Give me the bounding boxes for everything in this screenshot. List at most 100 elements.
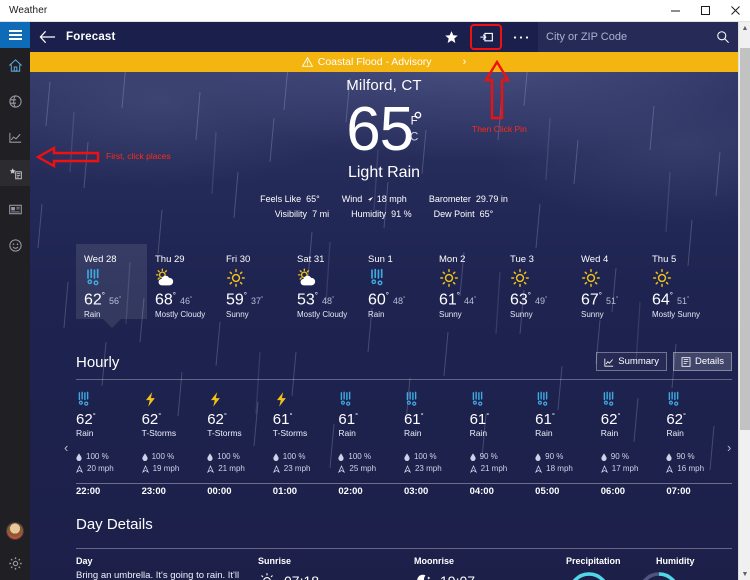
hourly-forecast-card[interactable]: 61° Rain 100 % 23 mph — [404, 388, 470, 475]
current-conditions: Milford, CT 65° F C Light Rain Feels Lik… — [30, 77, 738, 222]
hourly-wind: 20 mph — [76, 463, 142, 475]
places-star-icon — [9, 167, 22, 179]
hourly-weather-icon — [338, 388, 404, 410]
sidebar-item-send-feedback[interactable] — [0, 232, 30, 258]
search-icon[interactable] — [716, 30, 730, 44]
daily-forecast-card[interactable]: Fri 30 59° 37° Sunny — [218, 244, 289, 319]
hourly-precip: 100 % — [76, 451, 142, 463]
hamburger-menu-icon[interactable] — [0, 22, 30, 48]
daily-forecast-card[interactable]: Wed 4 67° 51° Sunny — [573, 244, 644, 319]
more-options-button[interactable] — [504, 22, 538, 52]
daily-weather-icon — [218, 265, 289, 291]
hourly-time: 05:00 — [535, 486, 560, 497]
daily-day-name: Fri 30 — [226, 254, 251, 265]
partly-sunny-icon — [297, 268, 316, 286]
hourly-forecast-card[interactable]: 62° T-Storms 100 % 21 mph — [207, 388, 273, 475]
sidebar-item-news[interactable] — [0, 196, 30, 222]
sidebar-item-places[interactable] — [0, 160, 30, 186]
minimize-button[interactable] — [660, 0, 690, 22]
hourly-precip: 100 % — [404, 451, 470, 463]
hourly-forecast-card[interactable]: 62° Rain 100 % 20 mph — [76, 388, 142, 475]
daily-forecast-card[interactable]: Sun 1 60° 48° Rain — [360, 244, 431, 319]
moonrise-moon-icon — [417, 574, 431, 580]
hourly-temp: 61° — [469, 411, 490, 428]
sidebar-item-historical-weather[interactable] — [0, 124, 30, 150]
summary-button[interactable]: Summary — [596, 352, 667, 371]
hourly-forecast-card[interactable]: 61° Rain 90 % 18 mph — [535, 388, 601, 475]
daily-forecast-card[interactable]: Mon 2 61° 44° Sunny — [431, 244, 502, 319]
daily-day-name: Tue 3 — [510, 254, 534, 265]
sidebar-item-maps[interactable] — [0, 88, 30, 114]
rain-icon — [669, 391, 679, 406]
vertical-scrollbar[interactable]: ▲ ▼ — [738, 22, 750, 580]
hourly-wind: 18 mph — [535, 463, 601, 475]
hourly-scroll-prev[interactable]: ‹ — [64, 440, 68, 455]
scrollbar-thumb[interactable] — [740, 48, 750, 430]
daily-temps: 59° 37° — [218, 291, 289, 309]
metric-visibility: Visibility 7 mi — [274, 209, 330, 219]
details-button[interactable]: Details — [672, 352, 732, 371]
unit-toggle[interactable]: F C — [410, 116, 418, 144]
hourly-forecast-card[interactable]: 62° Rain 90 % 17 mph — [601, 388, 667, 475]
weather-alert-banner[interactable]: Coastal Flood - Advisory › — [30, 52, 738, 72]
daily-forecast-card[interactable]: Wed 28 62° 56° Rain — [76, 244, 147, 320]
hourly-bottom-divider — [76, 483, 732, 484]
daily-forecast-card[interactable]: Tue 3 63° 49° Sunny — [502, 244, 573, 319]
window-title: Weather — [9, 5, 48, 16]
metric-barometer: Barometer 29.79 in — [428, 194, 508, 204]
daily-forecast-card[interactable]: Thu 29 68° 46° Mostly Cloudy — [147, 244, 218, 319]
moonrise-label: Moonrise — [414, 556, 455, 566]
hourly-description: T-Storms — [141, 428, 177, 438]
back-button[interactable] — [30, 22, 64, 52]
hourly-wind: 23 mph — [403, 463, 470, 475]
favorite-button[interactable] — [434, 22, 468, 52]
star-icon — [444, 30, 458, 43]
daily-temps: 62° 56° — [76, 291, 147, 309]
hourly-time: 22:00 — [76, 486, 101, 497]
hourly-wind: 19 mph — [141, 463, 208, 475]
hourly-time: 04:00 — [469, 486, 494, 497]
daily-temps: 68° 46° — [147, 291, 218, 309]
sidebar-bottom-group — [0, 522, 30, 576]
daily-forecast-card[interactable]: Thu 5 64° 51° Mostly Sunny — [644, 244, 715, 319]
warning-icon — [301, 57, 313, 67]
maximize-button[interactable] — [690, 0, 720, 22]
search-box[interactable] — [538, 22, 738, 52]
droplet-icon — [273, 453, 279, 461]
rain-icon — [78, 391, 89, 406]
scroll-down-button[interactable]: ▼ — [739, 568, 750, 580]
back-arrow-icon — [39, 30, 55, 44]
precipitation-label: Precipitation — [566, 556, 621, 566]
pin-button[interactable] — [475, 22, 497, 52]
unit-fahrenheit[interactable]: F — [410, 116, 418, 128]
scroll-up-button[interactable]: ▲ — [739, 22, 750, 34]
hourly-precip: 90 % — [469, 451, 536, 463]
hourly-forecast-card[interactable]: 62° Rain 90 % 16 mph — [666, 388, 732, 475]
close-button[interactable] — [720, 0, 750, 22]
hourly-precip: 100 % — [338, 451, 404, 463]
window-title-bar: Weather — [0, 0, 750, 22]
daily-forecast-list: Wed 28 62° 56° Rain Thu 29 68° 46° Mostly Cloud… — [76, 244, 732, 320]
sidebar-item-settings[interactable] — [0, 550, 30, 576]
hourly-forecast-card[interactable]: 61° Rain 90 % 21 mph — [470, 388, 536, 475]
summary-chart-icon — [604, 358, 614, 367]
day-details-title: Day Details — [76, 516, 153, 533]
wind-arrow-icon — [469, 465, 477, 473]
daily-day-name: Thu 29 — [155, 254, 185, 265]
unit-celsius[interactable]: C — [410, 132, 418, 144]
search-input[interactable] — [546, 31, 716, 43]
hourly-forecast-card[interactable]: 61° Rain 100 % 25 mph — [338, 388, 404, 475]
avatar[interactable] — [6, 522, 24, 540]
hourly-time: 02:00 — [338, 486, 363, 497]
tstorm-icon — [145, 391, 155, 407]
sidebar-item-home[interactable] — [0, 52, 30, 78]
alert-chevron-icon[interactable]: › — [463, 56, 467, 68]
hourly-temp: 61° — [272, 411, 293, 428]
hourly-precip: 90 % — [535, 451, 601, 463]
hourly-forecast-card[interactable]: 61° T-Storms 100 % 23 mph — [273, 388, 339, 475]
hourly-weather-icon — [142, 388, 208, 410]
daily-forecast-card[interactable]: Sat 31 53° 48° Mostly Cloudy — [289, 244, 360, 319]
app-command-bar: Forecast — [30, 22, 738, 52]
daily-weather-icon — [147, 265, 218, 291]
hourly-forecast-card[interactable]: 62° T-Storms 100 % 19 mph — [142, 388, 208, 475]
